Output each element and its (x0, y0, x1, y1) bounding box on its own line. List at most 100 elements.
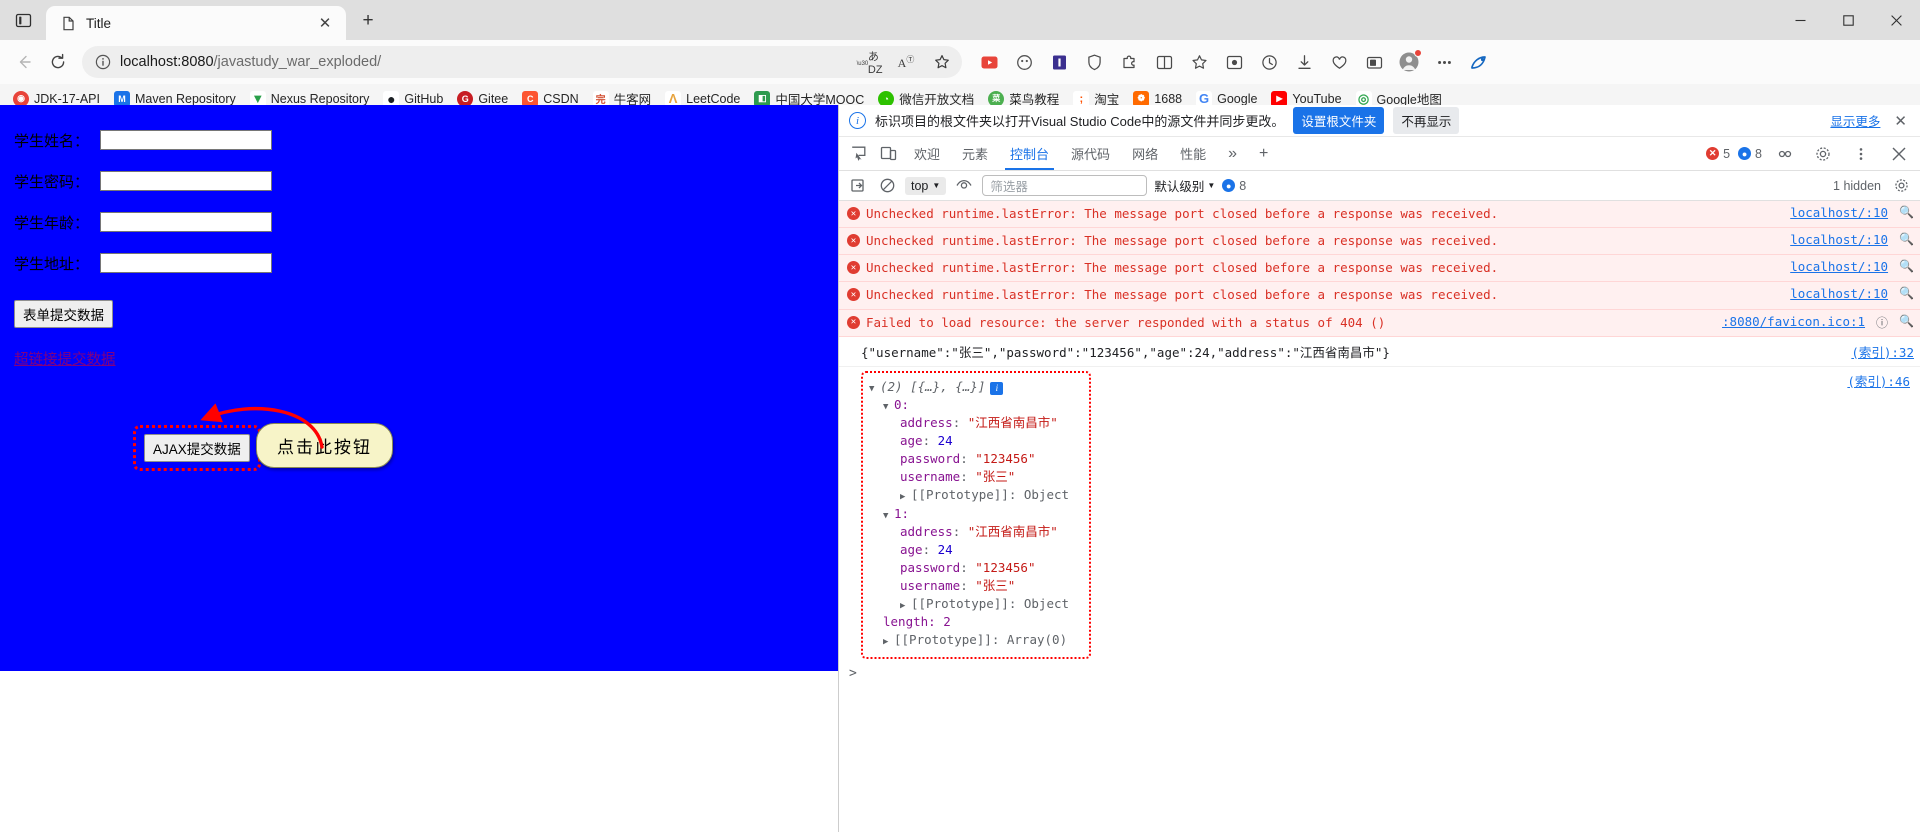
screenshot-icon[interactable] (1357, 45, 1391, 79)
address-bar[interactable]: localhost:8080/javastudy_war_exploded/ \… (82, 46, 962, 78)
collections-icon[interactable] (1182, 45, 1216, 79)
array-header-line[interactable]: ▼ (2) [{…}, {…}] i (869, 378, 1079, 396)
error-source-link[interactable]: localhost/:10 (1790, 232, 1888, 247)
log-level-selector[interactable]: 默认级别 ▼ (1154, 176, 1215, 195)
collapse-triangle-icon[interactable]: ▶ (883, 636, 894, 649)
translate-icon[interactable]: AⓉ (892, 48, 920, 76)
inspect-element-icon[interactable] (843, 140, 873, 168)
error-source-link[interactable]: localhost/:10 (1790, 259, 1888, 274)
search-icon[interactable]: 🔍 (1899, 259, 1914, 273)
browser-tab[interactable]: Title ✕ (46, 6, 346, 40)
more-tabs-chevron-icon[interactable]: » (1217, 137, 1248, 170)
tab-network[interactable]: 网络 (1121, 137, 1169, 170)
console-log-row[interactable]: {"username":"张三","password":"123456","ag… (839, 337, 1920, 367)
tab-close-icon[interactable]: ✕ (312, 10, 338, 36)
array-prototype-line[interactable]: ▶ [[Prototype]]: Array(0) (869, 631, 1079, 649)
devtools-cursor-icon[interactable] (1770, 140, 1800, 168)
student-address-input[interactable] (100, 253, 272, 273)
show-more-link[interactable]: 显示更多 (1830, 111, 1880, 130)
tab-sources[interactable]: 源代码 (1060, 137, 1121, 170)
execution-context-selector[interactable]: top ▼ (905, 177, 946, 195)
maximize-button[interactable] (1824, 0, 1872, 40)
close-window-button[interactable] (1872, 0, 1920, 40)
dont-show-again-button[interactable]: 不再显示 (1393, 107, 1459, 134)
search-icon[interactable]: 🔍 (1899, 205, 1914, 219)
error-count-badge[interactable]: ✕ 5 (1706, 147, 1730, 161)
devtools-more-menu-icon[interactable] (1846, 140, 1876, 168)
game-icon[interactable] (1007, 45, 1041, 79)
new-tab-button[interactable]: + (352, 5, 384, 37)
expand-triangle-icon[interactable]: ▼ (883, 401, 894, 414)
ajax-submit-button[interactable]: AJAX提交数据 (144, 434, 250, 462)
info-badge-icon[interactable]: i (990, 382, 1003, 395)
copilot-icon[interactable] (1462, 45, 1496, 79)
history-icon[interactable] (1252, 45, 1286, 79)
devtools-settings-gear-icon[interactable] (1808, 140, 1838, 168)
object-log-source-link[interactable]: (索引):46 (1847, 371, 1910, 390)
tab-elements[interactable]: 元素 (951, 137, 999, 170)
puzzle-icon[interactable] (1112, 45, 1146, 79)
console-error-row[interactable]: ✕ Unchecked runtime.lastError: The messa… (839, 228, 1920, 255)
shield-icon[interactable] (1077, 45, 1111, 79)
back-arrow-icon[interactable] (8, 46, 40, 78)
console-prompt[interactable]: > (839, 663, 1920, 684)
downloads-icon[interactable] (1287, 45, 1321, 79)
message-count-badge[interactable]: ● 8 (1738, 147, 1762, 161)
student-age-input[interactable] (100, 212, 272, 232)
expand-triangle-icon[interactable]: ▼ (869, 383, 880, 396)
object-prototype-line[interactable]: ▶ [[Prototype]]: Object (869, 595, 1079, 613)
object-prototype-line[interactable]: ▶ [[Prototype]]: Object (869, 486, 1079, 504)
info-circle-icon[interactable]: ⓘ (1876, 314, 1888, 331)
no-entry-icon[interactable] (876, 175, 898, 197)
collapse-triangle-icon[interactable]: ▶ (900, 491, 911, 504)
console-filter-input[interactable]: 筛选器 (982, 175, 1147, 196)
minimize-button[interactable] (1776, 0, 1824, 40)
info-count-badge[interactable]: ● 8 (1222, 179, 1246, 193)
array-index-line[interactable]: ▼ 0: (869, 396, 1079, 414)
error-source-link[interactable]: localhost/:10 (1790, 286, 1888, 301)
console-error-row[interactable]: ✕ Unchecked runtime.lastError: The messa… (839, 255, 1920, 282)
info-circle-icon[interactable] (94, 53, 112, 71)
more-settings-icon[interactable] (1427, 45, 1461, 79)
star-icon[interactable] (928, 48, 956, 76)
console-object-row[interactable]: (索引):46 ▼ (2) [{…}, {…}] i ▼ 0: address … (839, 367, 1920, 663)
hyperlink-submit-link[interactable]: 超链接提交数据 (14, 348, 116, 369)
search-icon[interactable]: 🔍 (1899, 286, 1914, 300)
profile-avatar-icon[interactable] (1392, 45, 1426, 79)
json-log-source-link[interactable]: (索引):32 (1851, 342, 1914, 361)
reload-icon[interactable] (42, 46, 74, 78)
error-source-link[interactable]: localhost/:10 (1790, 205, 1888, 220)
console-error-row[interactable]: ✕ Unchecked runtime.lastError: The messa… (839, 201, 1920, 228)
array-index-line[interactable]: ▼ 1: (869, 505, 1079, 523)
console-output[interactable]: ✕ Unchecked runtime.lastError: The messa… (839, 201, 1920, 832)
device-toolbar-icon[interactable] (873, 140, 903, 168)
clear-console-icon[interactable] (847, 175, 869, 197)
eye-icon[interactable] (953, 175, 975, 197)
split-screen-icon[interactable] (1147, 45, 1181, 79)
add-panel-button[interactable]: + (1248, 137, 1279, 170)
search-icon[interactable]: 🔍 (1899, 314, 1914, 328)
close-notification-icon[interactable]: ✕ (1889, 112, 1912, 130)
error-source-link[interactable]: :8080/favicon.ico:1 (1722, 314, 1865, 329)
expand-triangle-icon[interactable]: ▼ (883, 510, 894, 523)
console-settings-gear-icon[interactable] (1890, 175, 1912, 197)
media-play-icon[interactable] (972, 45, 1006, 79)
tab-actions-icon[interactable] (0, 0, 46, 40)
set-root-folder-button[interactable]: 设置根文件夹 (1293, 107, 1384, 134)
collapse-triangle-icon[interactable]: ▶ (900, 600, 911, 613)
search-icon[interactable]: 🔍 (1899, 232, 1914, 246)
form-submit-button[interactable]: 表单提交数据 (14, 300, 113, 328)
student-password-input[interactable] (100, 171, 272, 191)
close-devtools-icon[interactable] (1884, 140, 1914, 168)
read-aloud-icon[interactable]: \u3042 あǱ (856, 48, 884, 76)
tab-performance[interactable]: 性能 (1169, 137, 1217, 170)
console-error-row[interactable]: ✕ Failed to load resource: the server re… (839, 310, 1920, 337)
performance-icon[interactable] (1322, 45, 1356, 79)
error-icon: ✕ (847, 288, 860, 301)
tab-console[interactable]: 控制台 (999, 137, 1060, 170)
browser-essentials-icon[interactable] (1217, 45, 1251, 79)
student-name-input[interactable] (100, 130, 272, 150)
extension-i-icon[interactable] (1042, 45, 1076, 79)
tab-welcome[interactable]: 欢迎 (903, 137, 951, 170)
console-error-row[interactable]: ✕ Unchecked runtime.lastError: The messa… (839, 282, 1920, 309)
